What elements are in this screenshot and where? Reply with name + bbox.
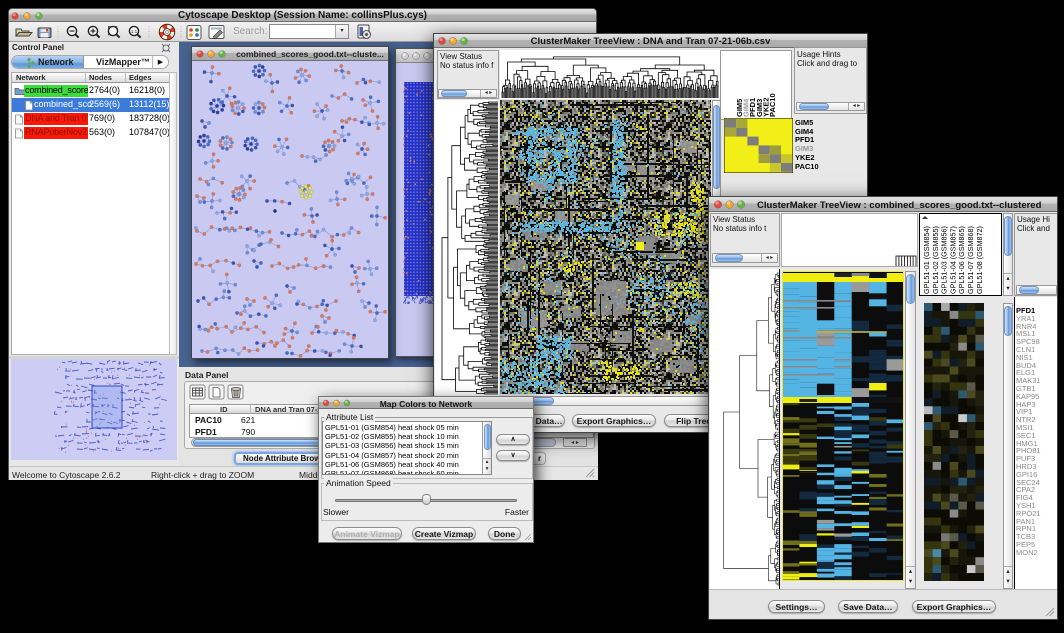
svg-text:GPL51-03 (GSM856): GPL51-03 (GSM856) bbox=[940, 226, 949, 294]
svg-text:GPL51-07 (GSM868): GPL51-07 (GSM868) bbox=[966, 226, 975, 294]
svg-text:GPL51-08 (GSM872): GPL51-08 (GSM872) bbox=[975, 226, 984, 294]
svg-text:PAC10: PAC10 bbox=[768, 93, 777, 117]
svg-text:GPL51-01 (GSM854): GPL51-01 (GSM854) bbox=[922, 226, 931, 294]
svg-text:GPL51-04 (GSM857): GPL51-04 (GSM857) bbox=[948, 226, 957, 294]
svg-text:GPL51-02 (GSM855): GPL51-02 (GSM855) bbox=[931, 226, 940, 294]
svg-text:1:1: 1:1 bbox=[131, 29, 138, 34]
svg-text:GPL51-06 (GSM865): GPL51-06 (GSM865) bbox=[957, 226, 966, 294]
